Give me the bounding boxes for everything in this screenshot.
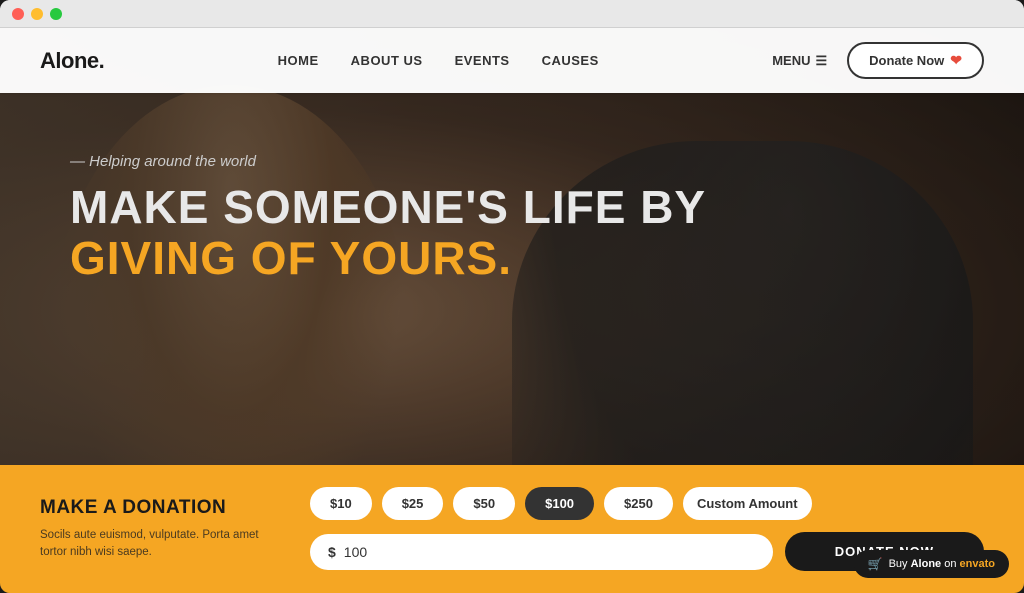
amount-buttons: $10 $25 $50 $100 $250 Custom Amount — [310, 487, 984, 520]
hero-title-line1: MAKE SOMEONE'S LIFE BY — [70, 182, 954, 233]
envato-badge[interactable]: 🛒 Buy Alone on envato — [854, 550, 1009, 578]
window-frame: Alone. HOME ABOUT US EVENTS CAUSES MENU … — [0, 0, 1024, 593]
hero-subtitle: Helping around the world — [70, 153, 954, 170]
amount-25[interactable]: $25 — [382, 487, 444, 520]
amount-50[interactable]: $50 — [453, 487, 515, 520]
heart-icon: ❤ — [950, 52, 962, 69]
donate-now-button[interactable]: Donate Now ❤ — [847, 42, 984, 79]
amount-input-wrap: $ — [310, 534, 773, 570]
donation-description: Socils aute euismod, vulputate. Porta am… — [40, 527, 280, 562]
nav-home[interactable]: HOME — [278, 53, 319, 68]
donation-title: MAKE A DONATION — [40, 497, 280, 519]
donate-button-label: Donate Now — [869, 53, 944, 68]
menu-label: MENU — [772, 53, 810, 68]
amount-10[interactable]: $10 — [310, 487, 372, 520]
menu-button[interactable]: MENU ☰ — [772, 53, 827, 69]
nav-right: MENU ☰ Donate Now ❤ — [772, 42, 984, 79]
nav-links: HOME ABOUT US EVENTS CAUSES — [278, 53, 599, 68]
cart-icon: 🛒 — [868, 557, 883, 571]
logo[interactable]: Alone. — [40, 48, 104, 74]
close-dot[interactable] — [12, 8, 24, 20]
hero-title-line2: GIVING OF YOURS. — [70, 233, 954, 284]
donation-info: MAKE A DONATION Socils aute euismod, vul… — [40, 497, 280, 562]
amount-custom[interactable]: Custom Amount — [683, 487, 812, 520]
amount-100[interactable]: $100 — [525, 487, 594, 520]
envato-label: Buy Alone on envato — [889, 558, 995, 570]
hamburger-icon: ☰ — [815, 53, 827, 69]
maximize-dot[interactable] — [50, 8, 62, 20]
nav-causes[interactable]: CAUSES — [542, 53, 599, 68]
amount-input[interactable] — [344, 544, 755, 560]
nav-about[interactable]: ABOUT US — [351, 53, 423, 68]
dollar-sign: $ — [328, 544, 336, 560]
title-bar — [0, 0, 1024, 28]
minimize-dot[interactable] — [31, 8, 43, 20]
amount-250[interactable]: $250 — [604, 487, 673, 520]
nav-events[interactable]: EVENTS — [455, 53, 510, 68]
navbar: Alone. HOME ABOUT US EVENTS CAUSES MENU … — [0, 28, 1024, 93]
page-content: Alone. HOME ABOUT US EVENTS CAUSES MENU … — [0, 28, 1024, 593]
hero-content: Helping around the world MAKE SOMEONE'S … — [0, 93, 1024, 283]
